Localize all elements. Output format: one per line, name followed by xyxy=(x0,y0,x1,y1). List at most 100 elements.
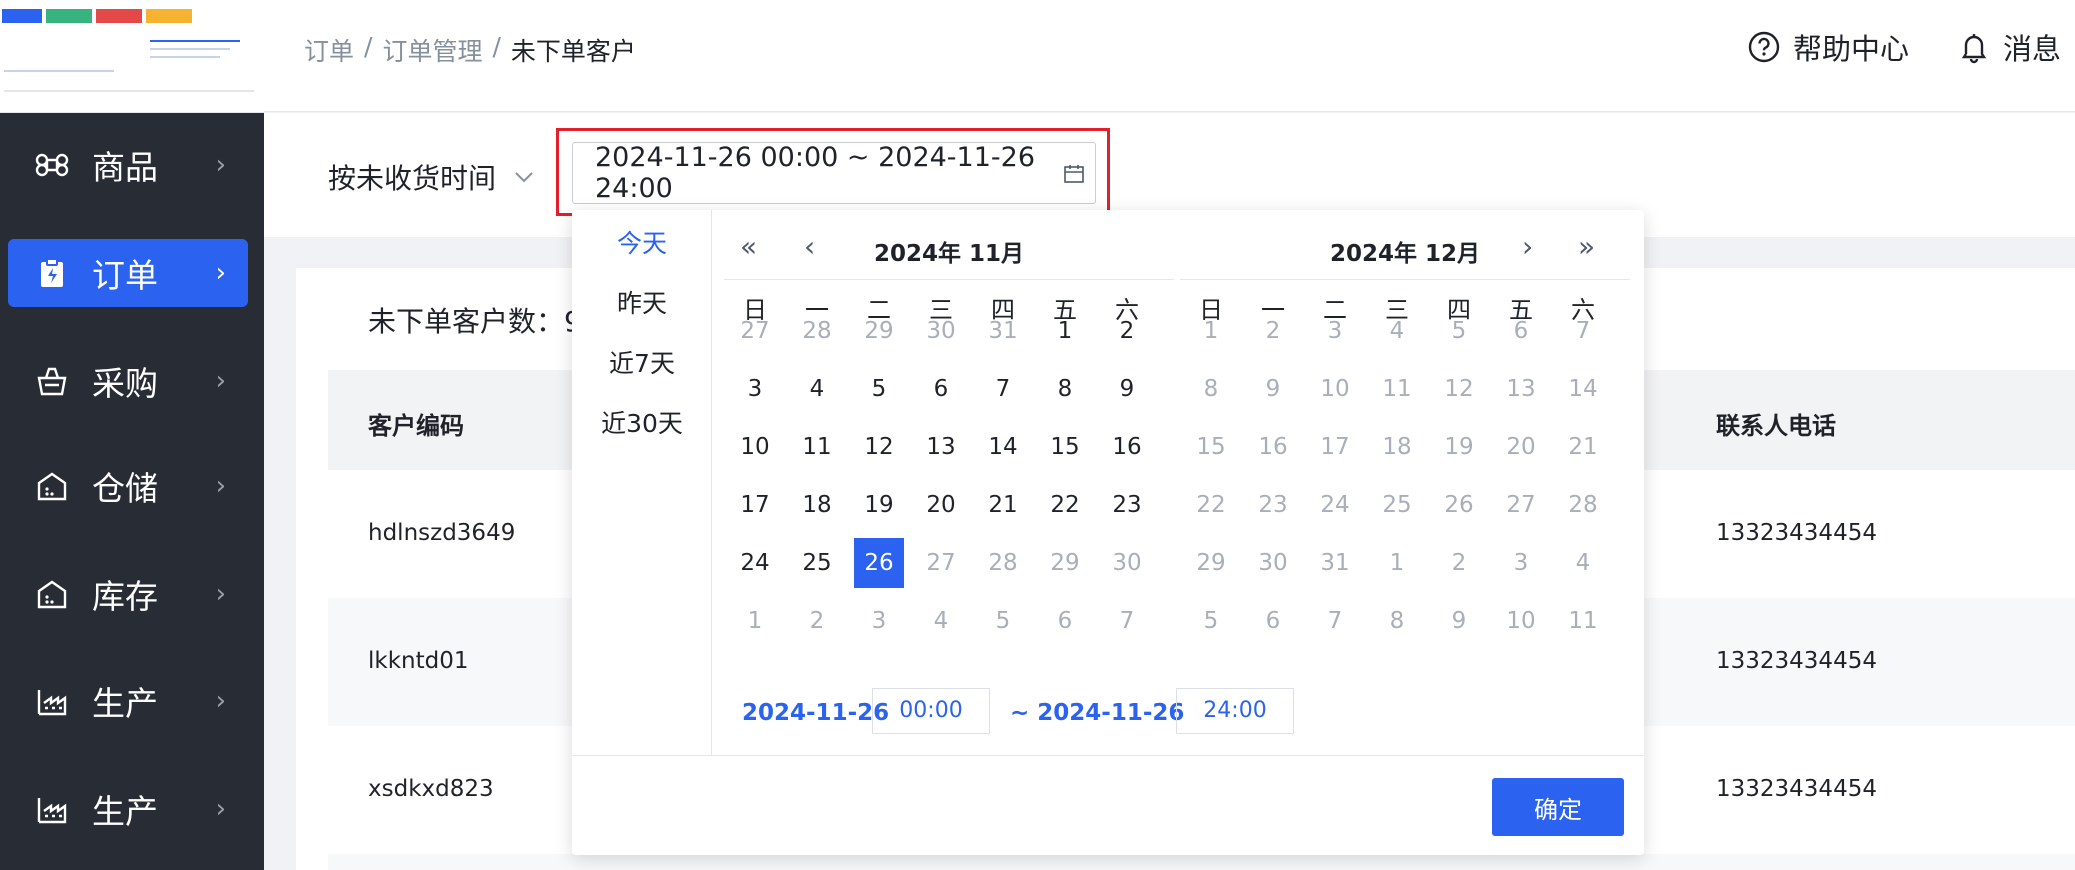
calendar-day[interactable]: 2 xyxy=(1102,306,1152,356)
calendar-day[interactable]: 8 xyxy=(1186,364,1236,414)
calendar-day[interactable]: 30 xyxy=(1248,538,1298,588)
help-center-link[interactable]: 帮助中心 xyxy=(1747,26,1909,68)
breadcrumb-item[interactable]: 订单管理 xyxy=(382,32,482,68)
calendar-day[interactable]: 21 xyxy=(1558,422,1608,472)
calendar-day[interactable]: 7 xyxy=(978,364,1028,414)
calendar-day[interactable]: 3 xyxy=(1496,538,1546,588)
calendar-day[interactable]: 7 xyxy=(1310,596,1360,646)
calendar-day[interactable]: 6 xyxy=(1496,306,1546,356)
calendar-day[interactable]: 10 xyxy=(1496,596,1546,646)
dashboard-thumbnail[interactable] xyxy=(0,0,264,113)
sidebar-item-1[interactable]: 商品 › xyxy=(8,131,248,199)
calendar-day[interactable]: 9 xyxy=(1434,596,1484,646)
calendar-day[interactable]: 27 xyxy=(730,306,780,356)
breadcrumb-item[interactable]: 订单 xyxy=(304,32,354,68)
calendar-day[interactable]: 5 xyxy=(1434,306,1484,356)
calendar-day[interactable]: 31 xyxy=(1310,538,1360,588)
sidebar-item-2[interactable]: 订单 › xyxy=(8,239,248,307)
calendar-day[interactable]: 28 xyxy=(978,538,1028,588)
calendar-day[interactable]: 1 xyxy=(1372,538,1422,588)
calendar-day[interactable]: 4 xyxy=(916,596,966,646)
calendar-day[interactable]: 3 xyxy=(1310,306,1360,356)
next-year-button[interactable]: » xyxy=(1578,230,1595,263)
calendar-day[interactable]: 6 xyxy=(1248,596,1298,646)
calendar-day[interactable]: 30 xyxy=(1102,538,1152,588)
calendar-day[interactable]: 20 xyxy=(916,480,966,530)
calendar-day[interactable]: 17 xyxy=(730,480,780,530)
start-time-input[interactable]: 00:00 xyxy=(872,688,990,734)
calendar-day[interactable]: 15 xyxy=(1186,422,1236,472)
shortcut-yesterday[interactable]: 昨天 xyxy=(572,284,712,320)
calendar-day[interactable]: 25 xyxy=(792,538,842,588)
calendar-day[interactable]: 3 xyxy=(854,596,904,646)
calendar-day[interactable]: 31 xyxy=(978,306,1028,356)
calendar-day[interactable]: 2 xyxy=(792,596,842,646)
calendar-day-selected[interactable]: 26 xyxy=(854,538,904,588)
calendar-day[interactable]: 13 xyxy=(916,422,966,472)
calendar-day[interactable]: 1 xyxy=(1040,306,1090,356)
calendar-day[interactable]: 6 xyxy=(916,364,966,414)
calendar-day[interactable]: 29 xyxy=(1186,538,1236,588)
calendar-day[interactable]: 11 xyxy=(1558,596,1608,646)
calendar-day[interactable]: 16 xyxy=(1102,422,1152,472)
calendar-day[interactable]: 18 xyxy=(1372,422,1422,472)
calendar-day[interactable]: 8 xyxy=(1372,596,1422,646)
calendar-day[interactable]: 4 xyxy=(792,364,842,414)
calendar-day[interactable]: 3 xyxy=(730,364,780,414)
messages-link[interactable]: 消息 xyxy=(1957,26,2061,68)
calendar-day[interactable]: 13 xyxy=(1496,364,1546,414)
date-range-input[interactable]: 2024-11-26 00:00 ~ 2024-11-26 24:00 xyxy=(572,142,1096,204)
calendar-day[interactable]: 29 xyxy=(1040,538,1090,588)
calendar-day[interactable]: 24 xyxy=(1310,480,1360,530)
calendar-day[interactable]: 22 xyxy=(1040,480,1090,530)
calendar-day[interactable]: 12 xyxy=(1434,364,1484,414)
calendar-day[interactable]: 14 xyxy=(1558,364,1608,414)
calendar-day[interactable]: 23 xyxy=(1248,480,1298,530)
calendar-day[interactable]: 11 xyxy=(1372,364,1422,414)
calendar-day[interactable]: 4 xyxy=(1558,538,1608,588)
calendar-day[interactable]: 24 xyxy=(730,538,780,588)
calendar-day[interactable]: 22 xyxy=(1186,480,1236,530)
calendar-day[interactable]: 16 xyxy=(1248,422,1298,472)
calendar-day[interactable]: 1 xyxy=(730,596,780,646)
calendar-day[interactable]: 5 xyxy=(978,596,1028,646)
calendar-day[interactable]: 30 xyxy=(916,306,966,356)
calendar-day[interactable]: 12 xyxy=(854,422,904,472)
calendar-day[interactable]: 1 xyxy=(1186,306,1236,356)
calendar-day[interactable]: 23 xyxy=(1102,480,1152,530)
calendar-day[interactable]: 7 xyxy=(1102,596,1152,646)
sidebar-item-4[interactable]: 仓储 › xyxy=(8,452,248,520)
table-row[interactable] xyxy=(328,854,2075,870)
calendar-day[interactable]: 17 xyxy=(1310,422,1360,472)
shortcut-today[interactable]: 今天 xyxy=(572,224,712,260)
calendar-day[interactable]: 28 xyxy=(792,306,842,356)
calendar-day[interactable]: 11 xyxy=(792,422,842,472)
shortcut-last-30-days[interactable]: 近30天 xyxy=(572,404,712,440)
calendar-day[interactable]: 10 xyxy=(1310,364,1360,414)
calendar-day[interactable]: 19 xyxy=(854,480,904,530)
calendar-day[interactable]: 6 xyxy=(1040,596,1090,646)
calendar-day[interactable]: 25 xyxy=(1372,480,1422,530)
calendar-day[interactable]: 18 xyxy=(792,480,842,530)
next-month-button[interactable]: › xyxy=(1522,230,1533,263)
calendar-day[interactable]: 19 xyxy=(1434,422,1484,472)
calendar-day[interactable]: 8 xyxy=(1040,364,1090,414)
calendar-day[interactable]: 20 xyxy=(1496,422,1546,472)
calendar-day[interactable]: 27 xyxy=(1496,480,1546,530)
sidebar-item-7[interactable]: 生产 › xyxy=(8,775,248,843)
calendar-day[interactable]: 26 xyxy=(1434,480,1484,530)
calendar-day[interactable]: 10 xyxy=(730,422,780,472)
shortcut-last-7-days[interactable]: 近7天 xyxy=(572,344,712,380)
calendar-day[interactable]: 2 xyxy=(1248,306,1298,356)
calendar-day[interactable]: 21 xyxy=(978,480,1028,530)
calendar-day[interactable]: 27 xyxy=(916,538,966,588)
confirm-button[interactable]: 确定 xyxy=(1492,778,1624,836)
calendar-day[interactable]: 29 xyxy=(854,306,904,356)
time-type-select[interactable]: 按未收货时间 xyxy=(328,157,534,197)
calendar-day[interactable]: 28 xyxy=(1558,480,1608,530)
sidebar-item-6[interactable]: 生产 › xyxy=(8,667,248,735)
calendar-day[interactable]: 4 xyxy=(1372,306,1422,356)
calendar-day[interactable]: 9 xyxy=(1248,364,1298,414)
calendar-day[interactable]: 2 xyxy=(1434,538,1484,588)
calendar-day[interactable]: 7 xyxy=(1558,306,1608,356)
